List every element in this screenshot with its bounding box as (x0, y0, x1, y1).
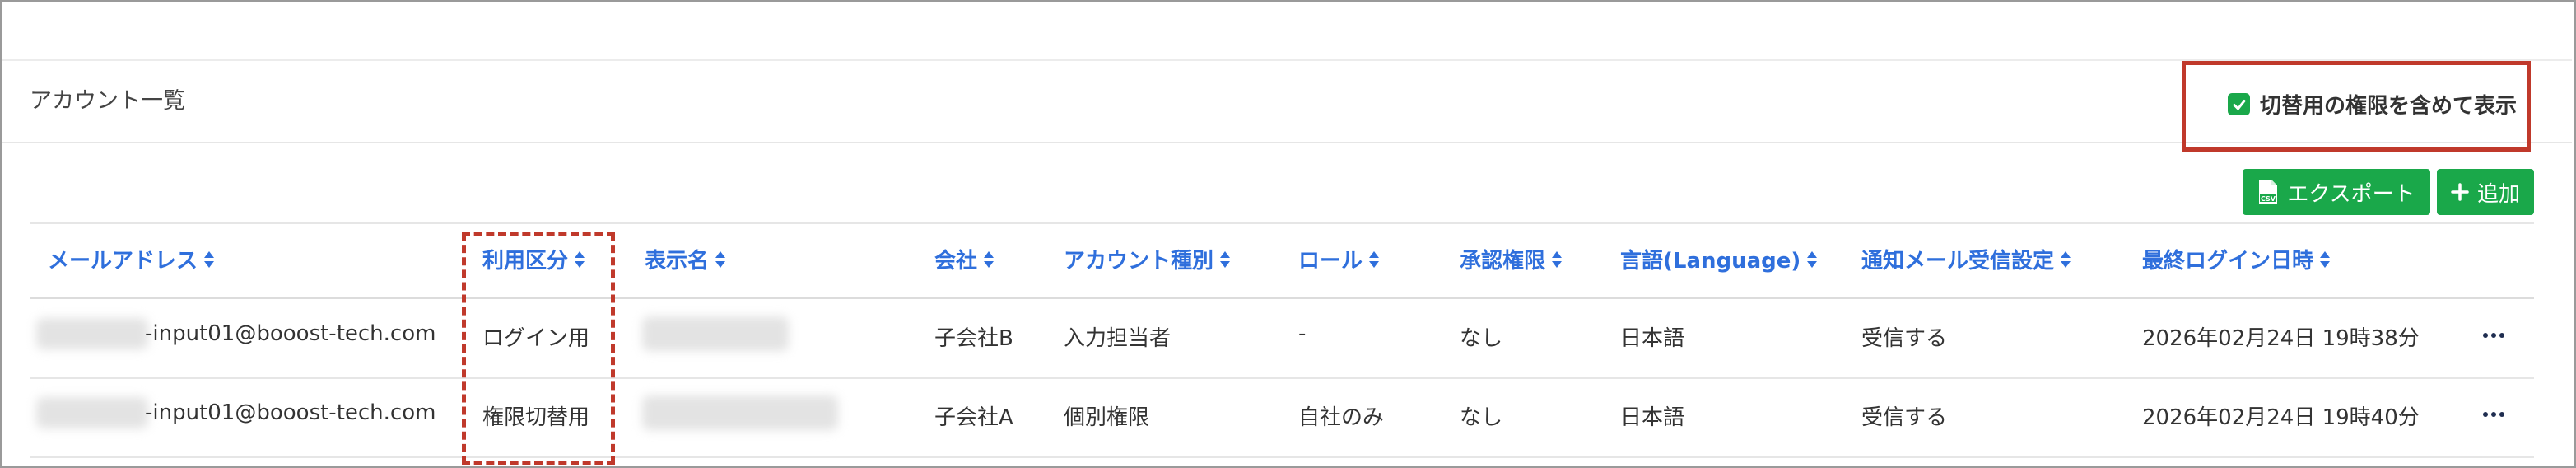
export-button-label: エクスポート (2287, 181, 2415, 207)
sort-icon (1552, 250, 1563, 268)
cell-company: 子会社B (934, 326, 1013, 351)
cell-email: -input01@booost-tech.com (145, 321, 436, 346)
row-menu-icon[interactable] (2477, 327, 2510, 344)
column-header-email[interactable]: メールアドレス (48, 244, 216, 274)
export-button[interactable]: CSV エクスポート (2243, 169, 2430, 215)
table-top-border (30, 222, 2534, 224)
cell-last-login: 2026年02月24日 19時40分 (2142, 405, 2420, 430)
table-header-border (30, 297, 2534, 299)
column-header-company[interactable]: 会社 (934, 244, 995, 274)
column-header-account-type[interactable]: アカウント種別 (1064, 244, 1232, 274)
sort-icon (1807, 250, 1818, 268)
redacted-email-prefix (36, 397, 148, 428)
csv-file-icon: CSV (2259, 180, 2278, 204)
sort-icon (2320, 250, 2331, 268)
row-menu-icon[interactable] (2477, 406, 2510, 423)
cell-role: - (1298, 321, 1307, 346)
row-divider (30, 456, 2534, 458)
redacted-display-name (642, 395, 838, 430)
cell-email: -input01@booost-tech.com (145, 400, 436, 425)
cell-notification: 受信する (1861, 326, 1948, 351)
row-divider (30, 377, 2534, 379)
cell-account-type: 入力担当者 (1064, 326, 1172, 351)
sort-icon (715, 250, 726, 268)
sort-icon (2061, 250, 2071, 268)
plus-icon (2451, 183, 2469, 201)
sort-icon (1220, 250, 1231, 268)
cell-approval: なし (1460, 405, 1503, 430)
redacted-display-name (642, 316, 789, 351)
toggle-label: 切替用の権限を含めて表示 (2260, 94, 2518, 119)
sort-icon (984, 250, 995, 268)
column-header-approval[interactable]: 承認権限 (1460, 244, 1563, 274)
svg-text:CSV: CSV (2261, 195, 2276, 203)
column-header-notification[interactable]: 通知メール受信設定 (1861, 244, 2072, 274)
redacted-email-prefix (36, 318, 148, 349)
sort-icon (204, 250, 215, 268)
sort-icon (1369, 250, 1380, 268)
page-title: アカウント一覧 (30, 88, 185, 114)
cell-role: 自社のみ (1298, 405, 1385, 430)
cell-approval: なし (1460, 326, 1503, 351)
cell-notification: 受信する (1861, 405, 1948, 430)
cell-language: 日本語 (1620, 405, 1685, 430)
column-header-language[interactable]: 言語(Language) (1620, 244, 1819, 274)
include-switch-permissions-toggle[interactable]: 切替用の権限を含めて表示 (2228, 89, 2517, 119)
checkbox-checked-icon[interactable] (2228, 93, 2250, 115)
cell-account-type: 個別権限 (1064, 405, 1150, 430)
add-button-label: 追加 (2476, 181, 2520, 207)
cell-company: 子会社A (934, 405, 1013, 430)
highlight-box-usage-column (462, 232, 615, 465)
column-header-last-login[interactable]: 最終ログイン日時 (2142, 244, 2331, 274)
cell-last-login: 2026年02月24日 19時38分 (2142, 326, 2420, 351)
cell-language: 日本語 (1620, 326, 1685, 351)
column-header-display-name[interactable]: 表示名 (645, 244, 727, 274)
add-button[interactable]: 追加 (2437, 169, 2534, 215)
column-header-role[interactable]: ロール (1298, 244, 1381, 274)
